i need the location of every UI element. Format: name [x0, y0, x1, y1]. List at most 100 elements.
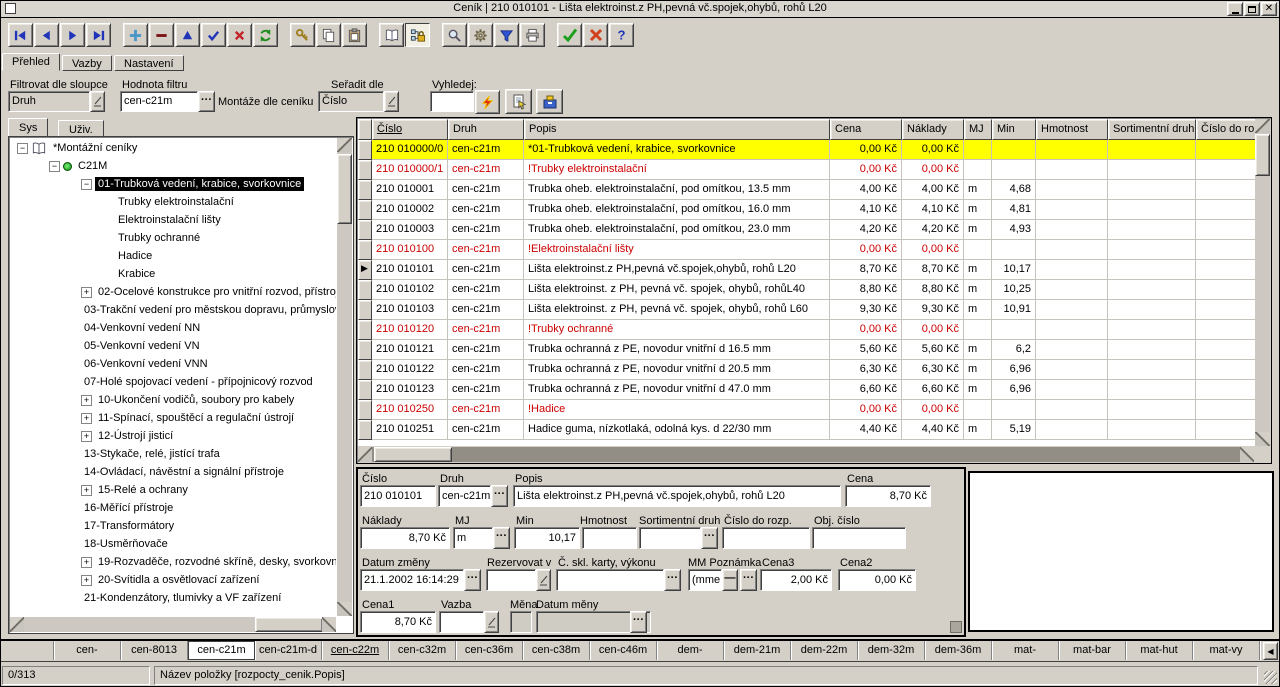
- table-row[interactable]: 210 010000/1cen-c21m!Trubky elektroinsta…: [358, 160, 1255, 180]
- search-input[interactable]: [430, 91, 474, 112]
- collapse-icon[interactable]: −: [17, 143, 28, 154]
- cancel-button[interactable]: [227, 23, 252, 47]
- tree-item[interactable]: −01-Trubková vedení, krabice, svorkovnic…: [11, 175, 336, 193]
- post-button[interactable]: [201, 23, 226, 47]
- price-list-tab-dem-21m[interactable]: dem-21m: [724, 641, 791, 660]
- delete-button[interactable]: [149, 23, 174, 47]
- tree-item[interactable]: +19-Rozvaděče, rozvodné skříně, desky, s…: [11, 553, 336, 571]
- nav-prev-button[interactable]: [34, 23, 59, 47]
- tree-item[interactable]: 03-Trakční vedení pro městskou dopravu, …: [11, 301, 336, 319]
- scrollbar-track[interactable]: [1255, 133, 1270, 432]
- tree-lock-button[interactable]: [405, 23, 430, 47]
- detail-rezervovat-field[interactable]: [486, 569, 536, 591]
- tab-prehled[interactable]: Přehled: [2, 53, 60, 71]
- detail-cislo-field[interactable]: 210 010101: [360, 485, 436, 507]
- tree-item[interactable]: +02-Ocelové konstrukce pro vnitřní rozvo…: [11, 283, 336, 301]
- export-button[interactable]: [536, 89, 563, 114]
- grid-vertical-scrollbar[interactable]: [1255, 119, 1270, 446]
- expand-icon[interactable]: +: [81, 557, 92, 568]
- detail-cena3-field[interactable]: 2,00 Kč: [760, 569, 832, 591]
- nav-last-button[interactable]: [86, 23, 111, 47]
- detail-mj-field[interactable]: m: [453, 527, 493, 549]
- copy-button[interactable]: [316, 23, 341, 47]
- table-row[interactable]: 210 010103cen-c21mLišta elektroinst. z P…: [358, 300, 1255, 320]
- price-list-tab-cen-c21m[interactable]: cen-c21m: [188, 641, 255, 660]
- price-list-tab-dem-32m[interactable]: dem-32m: [858, 641, 925, 660]
- detail-sort-druh-field[interactable]: [639, 527, 701, 549]
- price-list-tab-cen-[interactable]: cen-: [54, 641, 121, 660]
- grid-column-header[interactable]: Cena: [830, 119, 902, 140]
- table-row[interactable]: 210 010002cen-c21mTrubka oheb. elektroin…: [358, 200, 1255, 220]
- sort-select[interactable]: Číslo: [318, 91, 384, 112]
- detail-vazba-field[interactable]: [439, 611, 484, 633]
- tree-item[interactable]: 06-Venkovní vedení VNN: [11, 355, 336, 373]
- refresh-button[interactable]: [253, 23, 278, 47]
- tree-item[interactable]: −C21M: [11, 157, 336, 175]
- detail-cena2-field[interactable]: 0,00 Kč: [838, 569, 916, 591]
- detail-datum-meny-ellipsis-button[interactable]: ···: [630, 611, 647, 633]
- filter-column-select[interactable]: Druh: [8, 91, 90, 112]
- insert-button[interactable]: [123, 23, 148, 47]
- grid-column-header[interactable]: Sortimentní druh: [1108, 119, 1196, 140]
- tree-item[interactable]: Krabice: [11, 265, 336, 283]
- search-exec-button[interactable]: [475, 90, 500, 114]
- detail-druh-field[interactable]: cen-c21m: [438, 485, 491, 507]
- detail-naklady-field[interactable]: 8,70 Kč: [360, 527, 450, 549]
- table-row[interactable]: 210 010251cen-c21mHadice guma, nízkotlak…: [358, 420, 1255, 440]
- price-list-tab-mat-hut[interactable]: mat-hut: [1126, 641, 1193, 660]
- table-row[interactable]: 210 010121cen-c21mTrubka ochranná z PE, …: [358, 340, 1255, 360]
- tree-item[interactable]: −*Montážní ceníky: [11, 139, 336, 157]
- grid-column-header[interactable]: Číslo: [372, 119, 448, 140]
- detail-datum-zmeny-ellipsis-button[interactable]: ···: [464, 569, 481, 591]
- tab-nastaveni[interactable]: Nastavení: [114, 55, 184, 71]
- tree-horizontal-scrollbar[interactable]: [10, 617, 336, 632]
- grid-column-header[interactable]: Popis: [524, 119, 830, 140]
- tree-item[interactable]: 18-Usměrňovače: [11, 535, 336, 553]
- detail-rezervovat-dropdown-icon[interactable]: [536, 569, 551, 591]
- maximize-button[interactable]: [1244, 2, 1260, 16]
- tree-item[interactable]: Hadice: [11, 247, 336, 265]
- tree-item[interactable]: 04-Venkovní vedení NN: [11, 319, 336, 337]
- detail-datum-zmeny-field[interactable]: 21.1.2002 16:14:29: [360, 569, 464, 591]
- tree-item[interactable]: 13-Stykače, relé, jistící trafa: [11, 445, 336, 463]
- detail-mm-ellipsis-button[interactable]: ···: [740, 569, 757, 591]
- ok-button[interactable]: [557, 23, 582, 47]
- detail-mm-poznamka-field[interactable]: (mme: [688, 569, 722, 591]
- expand-icon[interactable]: +: [81, 395, 92, 406]
- detail-popis-field[interactable]: Lišta elektroinst.z PH,pevná vč.spojek,o…: [513, 485, 841, 507]
- scrollbar-thumb[interactable]: [374, 447, 452, 462]
- print-button[interactable]: [520, 23, 545, 47]
- price-list-tab-dem-36m[interactable]: dem-36m: [925, 641, 992, 660]
- grid-horizontal-scrollbar[interactable]: [358, 447, 1254, 462]
- close-button[interactable]: [583, 23, 608, 47]
- detail-obj-cislo-field[interactable]: [812, 527, 906, 549]
- grid-column-header[interactable]: Druh: [448, 119, 524, 140]
- tree-item[interactable]: 07-Holé spojovací vedení - přípojnicový …: [11, 373, 336, 391]
- tree-item[interactable]: +12-Ústrojí jisticí: [11, 427, 336, 445]
- price-list-tab-cen-8013[interactable]: cen-8013: [121, 641, 188, 660]
- tree-item[interactable]: Elektroinstalační lišty: [11, 211, 336, 229]
- tab-scroll-left-icon[interactable]: ◀: [1263, 642, 1278, 660]
- tree-item[interactable]: Trubky ochranné: [11, 229, 336, 247]
- tree-tab-sys[interactable]: Sys: [8, 118, 48, 137]
- scrollbar-thumb[interactable]: [337, 154, 352, 224]
- tree-item[interactable]: 14-Ovládací, návěstní a signální přístro…: [11, 463, 336, 481]
- book-button[interactable]: [379, 23, 404, 47]
- detail-sort-druh-ellipsis-button[interactable]: ···: [701, 527, 718, 549]
- tree-item[interactable]: 21-Kondenzátory, tlumivky a VF zařízení: [11, 589, 336, 607]
- report-button[interactable]: [505, 89, 532, 114]
- expand-icon[interactable]: +: [81, 485, 92, 496]
- paste-button[interactable]: [342, 23, 367, 47]
- scrollbar-thumb[interactable]: [1255, 134, 1270, 176]
- key-button[interactable]: [290, 23, 315, 47]
- tree-item[interactable]: 05-Venkovní vedení VN: [11, 337, 336, 355]
- tree-item[interactable]: +20-Svítidla a osvětlovací zařízení: [11, 571, 336, 589]
- nav-first-button[interactable]: [8, 23, 33, 47]
- detail-druh-ellipsis-button[interactable]: ···: [491, 485, 508, 507]
- price-list-tab-cen-c22m[interactable]: cen-c22m: [322, 641, 389, 660]
- table-row[interactable]: 210 010000/0cen-c21m*01-Trubková vedení,…: [358, 140, 1255, 160]
- detail-cislo-rozp-field[interactable]: [722, 527, 810, 549]
- price-list-tab-dem-[interactable]: dem-: [657, 641, 724, 660]
- detail-mj-ellipsis-button[interactable]: ···: [493, 527, 510, 549]
- tree-vertical-scrollbar[interactable]: [337, 138, 352, 616]
